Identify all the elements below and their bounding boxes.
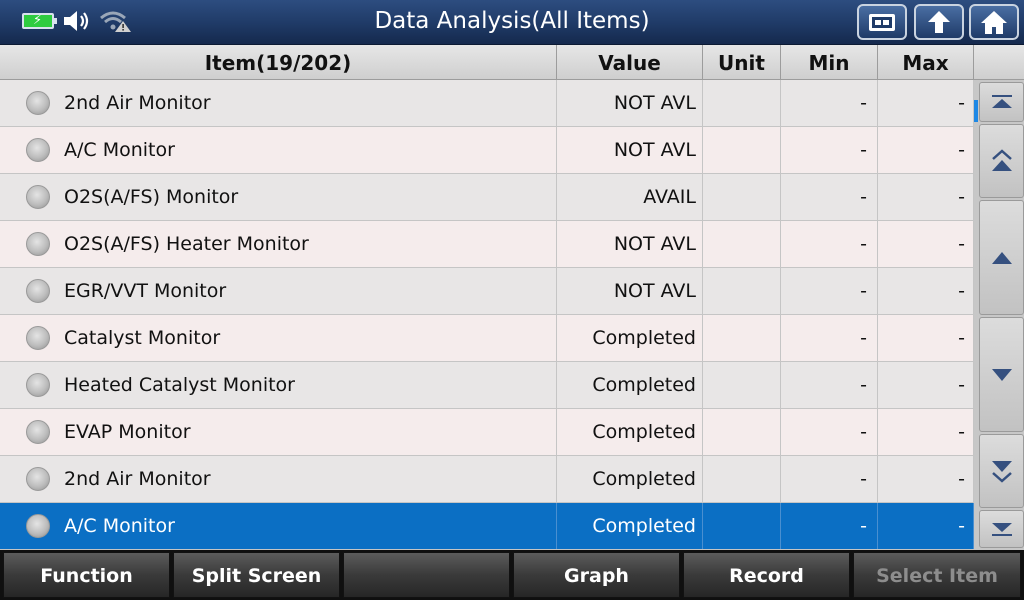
cell-value: NOT AVL: [557, 221, 703, 267]
cell-max: -: [878, 315, 974, 361]
cell-item: 2nd Air Monitor: [0, 80, 557, 126]
cell-min: -: [781, 221, 878, 267]
up-icon: [991, 251, 1012, 264]
cell-item: A/C Monitor: [0, 127, 557, 173]
empty-button[interactable]: [343, 552, 510, 598]
table-row-selected[interactable]: A/C Monitor Completed - -: [0, 503, 974, 550]
scroll-top-button[interactable]: [979, 82, 1024, 122]
cell-min: -: [781, 409, 878, 455]
bottom-toolbar: Function Split Screen Graph Record Selec…: [0, 550, 1024, 600]
cell-item: EGR/VVT Monitor: [0, 268, 557, 314]
page-up-icon: [991, 149, 1012, 171]
data-table: Item(19/202) Value Unit Min Max 2nd Air …: [0, 45, 1024, 550]
cell-item: Heated Catalyst Monitor: [0, 362, 557, 408]
home-icon: [981, 11, 1007, 34]
split-screen-button[interactable]: Split Screen: [173, 552, 340, 598]
column-header-item[interactable]: Item(19/202): [0, 45, 557, 80]
back-button[interactable]: [914, 4, 964, 40]
cell-item: O2S(A/FS) Monitor: [0, 174, 557, 220]
page-down-button[interactable]: [979, 434, 1024, 508]
cell-min: -: [781, 456, 878, 502]
cell-unit: [703, 174, 781, 220]
column-header-min[interactable]: Min: [781, 45, 878, 80]
cell-value: Completed: [557, 315, 703, 361]
cell-value: NOT AVL: [557, 268, 703, 314]
cell-unit: [703, 362, 781, 408]
cell-value: Completed: [557, 456, 703, 502]
cell-value: NOT AVL: [557, 80, 703, 126]
table-row[interactable]: 2nd Air Monitor Completed - -: [0, 456, 974, 503]
table-row[interactable]: Catalyst Monitor Completed - -: [0, 315, 974, 362]
scroll-down-button[interactable]: [979, 317, 1024, 432]
cell-unit: [703, 409, 781, 455]
column-header-value[interactable]: Value: [557, 45, 703, 80]
cell-unit: [703, 456, 781, 502]
table-row[interactable]: O2S(A/FS) Monitor AVAIL - -: [0, 174, 974, 221]
cell-max: -: [878, 127, 974, 173]
table-row[interactable]: Heated Catalyst Monitor Completed - -: [0, 362, 974, 409]
graph-button[interactable]: Graph: [513, 552, 680, 598]
cell-min: -: [781, 315, 878, 361]
cell-max: -: [878, 174, 974, 220]
cell-min: -: [781, 362, 878, 408]
cell-value: Completed: [557, 503, 703, 549]
cell-value: NOT AVL: [557, 127, 703, 173]
cell-min: -: [781, 127, 878, 173]
cell-unit: [703, 221, 781, 267]
cell-value: Completed: [557, 409, 703, 455]
cell-item: 2nd Air Monitor: [0, 456, 557, 502]
cell-min: -: [781, 174, 878, 220]
cell-unit: [703, 127, 781, 173]
table-row[interactable]: 2nd Air Monitor NOT AVL - -: [0, 80, 974, 127]
select-item-button[interactable]: Select Item: [853, 552, 1021, 598]
cell-min: -: [781, 268, 878, 314]
scroll-top-icon: [991, 95, 1012, 108]
cell-max: -: [878, 362, 974, 408]
cell-min: -: [781, 503, 878, 549]
page-down-icon: [991, 461, 1012, 483]
cell-value: Completed: [557, 362, 703, 408]
table-row[interactable]: EVAP Monitor Completed - -: [0, 409, 974, 456]
cell-value: AVAIL: [557, 174, 703, 220]
table-row[interactable]: EGR/VVT Monitor NOT AVL - -: [0, 268, 974, 315]
cell-item: EVAP Monitor: [0, 409, 557, 455]
column-header-max[interactable]: Max: [878, 45, 974, 80]
cell-item: Catalyst Monitor: [0, 315, 557, 361]
screenshot-button[interactable]: [857, 4, 907, 40]
cell-unit: [703, 503, 781, 549]
title-bar: ⚡ Data Analysis(All Items): [0, 0, 1024, 45]
back-icon: [928, 11, 950, 33]
cell-item: O2S(A/FS) Heater Monitor: [0, 221, 557, 267]
scroll-bottom-button[interactable]: [979, 510, 1024, 548]
cell-unit: [703, 315, 781, 361]
cell-max: -: [878, 80, 974, 126]
cell-max: -: [878, 221, 974, 267]
scroll-panel: [974, 80, 1024, 550]
screenshot-icon: [869, 14, 895, 31]
function-button[interactable]: Function: [3, 552, 170, 598]
cell-unit: [703, 80, 781, 126]
cell-min: -: [781, 80, 878, 126]
cell-max: -: [878, 268, 974, 314]
cell-max: -: [878, 409, 974, 455]
app-window: ⚡ Data Analysis(All Items) Item(19/202) …: [0, 0, 1024, 600]
table-header: Item(19/202) Value Unit Min Max: [0, 45, 1024, 80]
page-up-button[interactable]: [979, 124, 1024, 198]
cell-max: -: [878, 503, 974, 549]
cell-unit: [703, 268, 781, 314]
scroll-bottom-icon: [991, 523, 1012, 536]
record-button[interactable]: Record: [683, 552, 850, 598]
cell-item: A/C Monitor: [0, 503, 557, 549]
table-row[interactable]: A/C Monitor NOT AVL - -: [0, 127, 974, 174]
cell-max: -: [878, 456, 974, 502]
home-button[interactable]: [969, 4, 1019, 40]
scroll-up-button[interactable]: [979, 200, 1024, 315]
down-icon: [991, 368, 1012, 381]
scroll-position-indicator: [974, 100, 978, 122]
column-header-unit[interactable]: Unit: [703, 45, 781, 80]
table-row[interactable]: O2S(A/FS) Heater Monitor NOT AVL - -: [0, 221, 974, 268]
